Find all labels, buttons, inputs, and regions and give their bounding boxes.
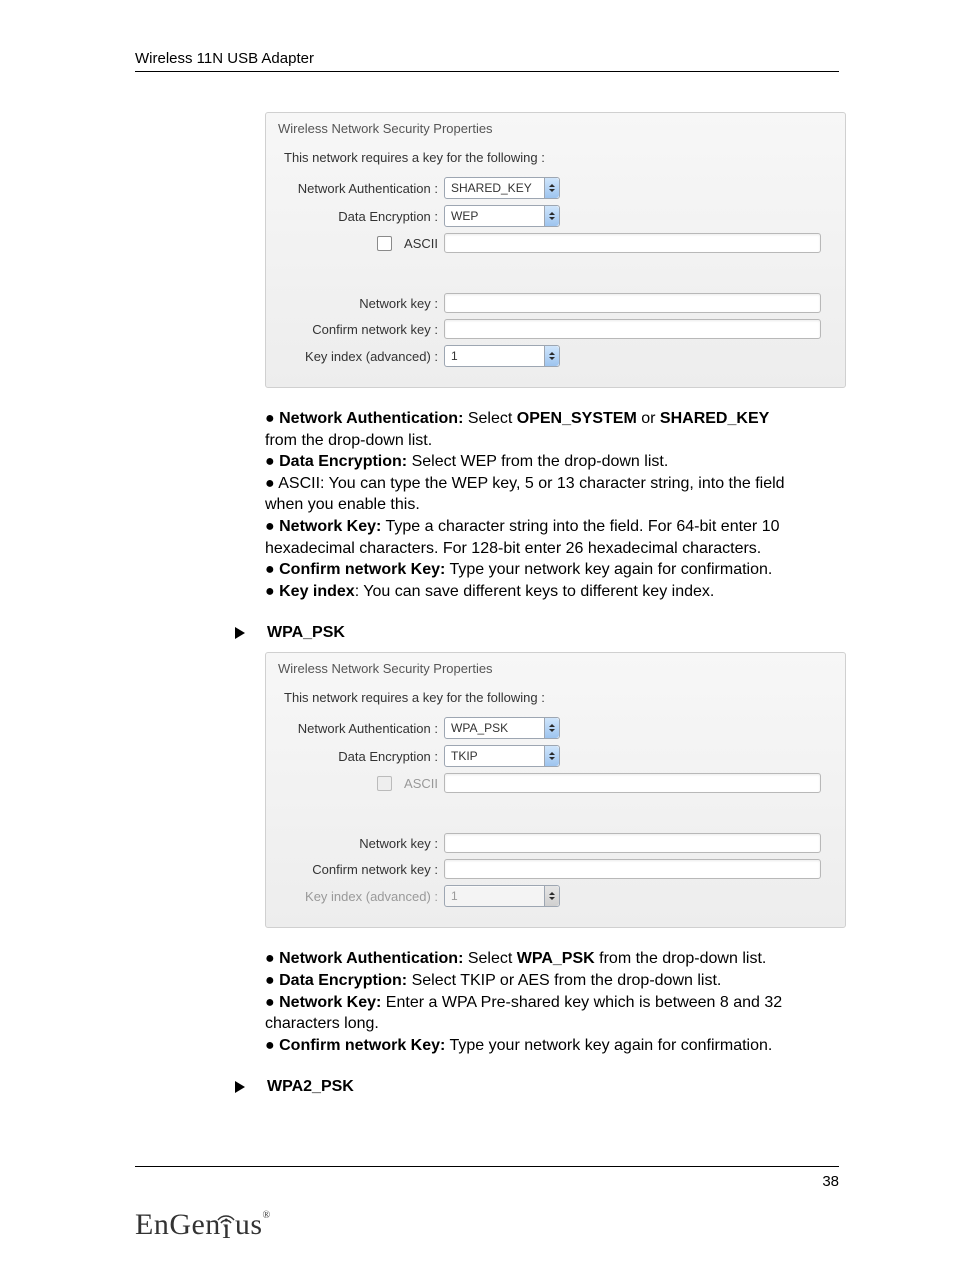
description-block-1: ● Network Authentication: Select OPEN_SY…: [265, 408, 825, 602]
ascii-input[interactable]: [444, 233, 821, 253]
security-panel-wpa-psk: Wireless Network Security Properties Thi…: [265, 652, 846, 928]
confirm-label: Confirm network key :: [278, 322, 444, 337]
stepper-icon: [544, 746, 559, 766]
stepper-icon: [544, 886, 559, 906]
index-label-disabled: Key index (advanced) :: [278, 889, 444, 904]
confirm-input[interactable]: [444, 319, 821, 339]
enc-label: Data Encryption :: [278, 209, 444, 224]
auth-label: Network Authentication :: [278, 181, 444, 196]
security-panel-shared-key: Wireless Network Security Properties Thi…: [265, 112, 846, 388]
wifi-icon: i: [217, 1208, 235, 1238]
netkey-input[interactable]: [444, 833, 821, 853]
ascii-checkbox-disabled: [377, 776, 392, 791]
svg-text:i: i: [222, 1212, 231, 1238]
confirm-input[interactable]: [444, 859, 821, 879]
index-value: 1: [451, 889, 458, 903]
ascii-checkbox[interactable]: [377, 236, 392, 251]
page-header: Wireless 11N USB Adapter: [135, 50, 839, 72]
panel-intro: This network requires a key for the foll…: [284, 690, 833, 705]
enc-value: WEP: [451, 209, 478, 223]
arrow-right-icon: [235, 1081, 245, 1093]
panel-intro: This network requires a key for the foll…: [284, 150, 833, 165]
ascii-label-disabled: ASCII: [404, 776, 438, 791]
index-label: Key index (advanced) :: [278, 349, 444, 364]
auth-select[interactable]: SHARED_KEY: [444, 177, 560, 199]
netkey-input[interactable]: [444, 293, 821, 313]
netkey-label: Network key :: [278, 836, 444, 851]
heading-wpa-psk: WPA_PSK: [235, 624, 839, 642]
ascii-label: ASCII: [404, 236, 438, 251]
stepper-icon: [544, 346, 559, 366]
stepper-icon: [544, 718, 559, 738]
panel-title: Wireless Network Security Properties: [278, 121, 833, 136]
stepper-icon: [544, 206, 559, 226]
auth-label: Network Authentication :: [278, 721, 444, 736]
page-footer: 38: [135, 1166, 839, 1190]
arrow-right-icon: [235, 627, 245, 639]
page-number: 38: [822, 1173, 839, 1190]
enc-select[interactable]: TKIP: [444, 745, 560, 767]
index-value: 1: [451, 349, 458, 363]
auth-select[interactable]: WPA_PSK: [444, 717, 560, 739]
heading-wpa2-psk: WPA2_PSK: [235, 1078, 839, 1096]
index-select-disabled: 1: [444, 885, 560, 907]
engenius-logo: EnGenius®: [135, 1208, 271, 1242]
enc-label: Data Encryption :: [278, 749, 444, 764]
enc-select[interactable]: WEP: [444, 205, 560, 227]
confirm-label: Confirm network key :: [278, 862, 444, 877]
ascii-input[interactable]: [444, 773, 821, 793]
description-block-2: ● Network Authentication: Select WPA_PSK…: [265, 948, 825, 1056]
stepper-icon: [544, 178, 559, 198]
panel-title: Wireless Network Security Properties: [278, 661, 833, 676]
index-select[interactable]: 1: [444, 345, 560, 367]
auth-value: SHARED_KEY: [451, 181, 532, 195]
enc-value: TKIP: [451, 749, 478, 763]
netkey-label: Network key :: [278, 296, 444, 311]
auth-value: WPA_PSK: [451, 721, 508, 735]
